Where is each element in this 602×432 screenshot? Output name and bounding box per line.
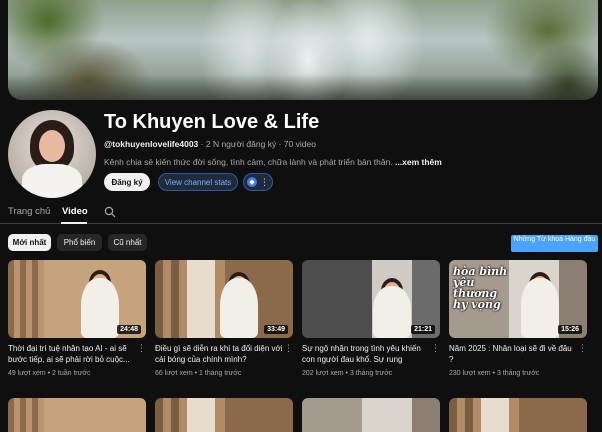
- tab-videos[interactable]: Video: [62, 206, 88, 217]
- video-thumbnail[interactable]: hòa bình yêu thương hy vọng 15:26: [449, 260, 587, 338]
- extension-icon: ◆: [247, 177, 257, 187]
- filter-popular[interactable]: Phổ biến: [57, 234, 102, 251]
- person-figure: [521, 278, 559, 338]
- more-vert-icon: ⋮: [260, 176, 269, 187]
- video-title[interactable]: Năm 2025 : Nhân loại sẽ đi về đâu ?: [449, 344, 587, 365]
- subscriber-count: 2 N người đăng ký: [205, 139, 277, 149]
- description-text: Kênh chia sẻ kiến thức đời sống, tình cả…: [104, 157, 393, 167]
- video-duration: 21:21: [411, 325, 435, 334]
- video-views: 49 lượt xem: [8, 370, 46, 377]
- filter-newest[interactable]: Mới nhất: [8, 234, 51, 251]
- thumbnail-overlay-text: hòa bình yêu thương hy vọng: [453, 265, 508, 311]
- video-duration: 24:48: [117, 325, 141, 334]
- active-tab-indicator: [61, 222, 87, 224]
- video-age: 1 tháng trước: [199, 370, 242, 377]
- person-figure: [220, 278, 258, 338]
- video-meta: 49 lượt xem • 2 tuần trước: [8, 370, 146, 377]
- video-age: 2 tuần trước: [52, 370, 91, 377]
- video-views: 202 lượt xem: [302, 370, 344, 377]
- video-thumbnail[interactable]: [449, 398, 587, 432]
- video-duration: 33:49: [264, 325, 288, 334]
- banner-shade: [8, 74, 598, 100]
- video-meta: 66 lượt xem • 1 tháng trước: [155, 370, 293, 377]
- avatar-face: [39, 130, 65, 162]
- view-channel-stats-button[interactable]: View channel stats: [158, 173, 238, 191]
- video-title[interactable]: Sự ngộ nhận trong tình yêu khiến con ngư…: [302, 344, 440, 365]
- channel-description[interactable]: Kênh chia sẻ kiến thức đời sống, tình cả…: [104, 157, 442, 167]
- channel-name: To Khuyen Love & Life: [104, 111, 320, 133]
- video-views: 66 lượt xem: [155, 370, 193, 377]
- video-count: 70 video: [283, 139, 316, 149]
- channel-tabs: Trang chủ Video: [0, 203, 602, 224]
- search-icon[interactable]: [104, 206, 116, 218]
- video-duration: 15:26: [558, 325, 582, 334]
- video-card[interactable]: 24:48 Thời đại trí tuệ nhân tạo AI - ai …: [8, 260, 146, 377]
- more-vert-icon[interactable]: ⋮: [137, 344, 146, 353]
- channel-banner: [8, 0, 598, 100]
- video-card[interactable]: 33:49 Điều gì sẽ diễn ra khi ta đối diện…: [155, 260, 293, 377]
- video-meta: 230 lượt xem • 3 tháng trước: [449, 370, 587, 377]
- more-vert-icon[interactable]: ⋮: [578, 344, 587, 353]
- channel-handle: @tokhuyenlovelife4003: [104, 139, 199, 149]
- top-keywords-button[interactable]: Những Từ khoá Hàng đầu: [511, 235, 598, 252]
- video-thumbnail[interactable]: [8, 398, 146, 432]
- filter-oldest[interactable]: Cũ nhất: [108, 234, 147, 251]
- video-age: 3 tháng trước: [496, 370, 540, 377]
- channel-avatar[interactable]: [8, 110, 96, 198]
- video-title[interactable]: Điều gì sẽ diễn ra khi ta đối diện với c…: [155, 344, 293, 365]
- subscribe-button[interactable]: Đăng ký: [104, 173, 150, 191]
- more-link[interactable]: ...xem thêm: [395, 157, 442, 167]
- video-age: 3 tháng trước: [349, 370, 393, 377]
- video-thumbnail[interactable]: [302, 398, 440, 432]
- extension-menu-button[interactable]: ◆ ⋮: [243, 173, 273, 191]
- video-title[interactable]: Thời đại trí tuệ nhân tạo AI - ai sẽ bướ…: [8, 344, 146, 365]
- more-vert-icon[interactable]: ⋮: [431, 344, 440, 353]
- video-thumbnail[interactable]: 33:49: [155, 260, 293, 338]
- person-figure: [81, 278, 119, 338]
- video-card[interactable]: 21:21 Sự ngộ nhận trong tình yêu khiến c…: [302, 260, 440, 377]
- avatar-body: [22, 164, 82, 198]
- more-vert-icon[interactable]: ⋮: [284, 344, 293, 353]
- video-meta: 202 lượt xem • 3 tháng trước: [302, 370, 440, 377]
- video-thumbnail[interactable]: 24:48: [8, 260, 146, 338]
- video-thumbnail[interactable]: [155, 398, 293, 432]
- tab-home[interactable]: Trang chủ: [8, 206, 50, 217]
- video-thumbnail[interactable]: 21:21: [302, 260, 440, 338]
- person-figure: [373, 286, 411, 338]
- channel-meta: @tokhuyenlovelife4003 · 2 N người đăng k…: [104, 139, 316, 149]
- video-views: 230 lượt xem: [449, 370, 491, 377]
- video-card[interactable]: hòa bình yêu thương hy vọng 15:26 Năm 20…: [449, 260, 587, 377]
